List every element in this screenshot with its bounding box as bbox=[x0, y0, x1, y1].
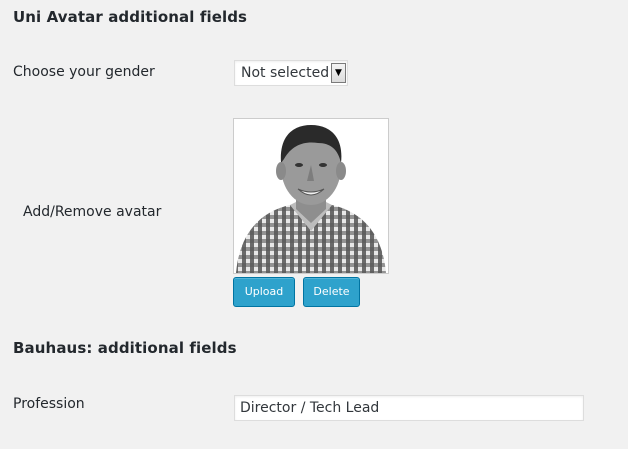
profession-label: Profession bbox=[13, 396, 85, 412]
avatar-portrait-icon bbox=[234, 119, 388, 273]
chevron-down-icon[interactable]: ▼ bbox=[331, 63, 346, 83]
uni-avatar-section-title: Uni Avatar additional fields bbox=[13, 8, 248, 26]
gender-label: Choose your gender bbox=[13, 64, 155, 80]
bauhaus-section-title: Bauhaus: additional fields bbox=[13, 339, 237, 357]
gender-select-value: Not selected bbox=[241, 65, 330, 81]
avatar-label: Add/Remove avatar bbox=[23, 204, 162, 220]
delete-button[interactable]: Delete bbox=[303, 277, 360, 307]
profession-input[interactable] bbox=[234, 395, 584, 421]
gender-select[interactable]: Not selected ▼ bbox=[234, 60, 348, 86]
upload-button[interactable]: Upload bbox=[233, 277, 295, 307]
avatar-image bbox=[233, 118, 389, 274]
